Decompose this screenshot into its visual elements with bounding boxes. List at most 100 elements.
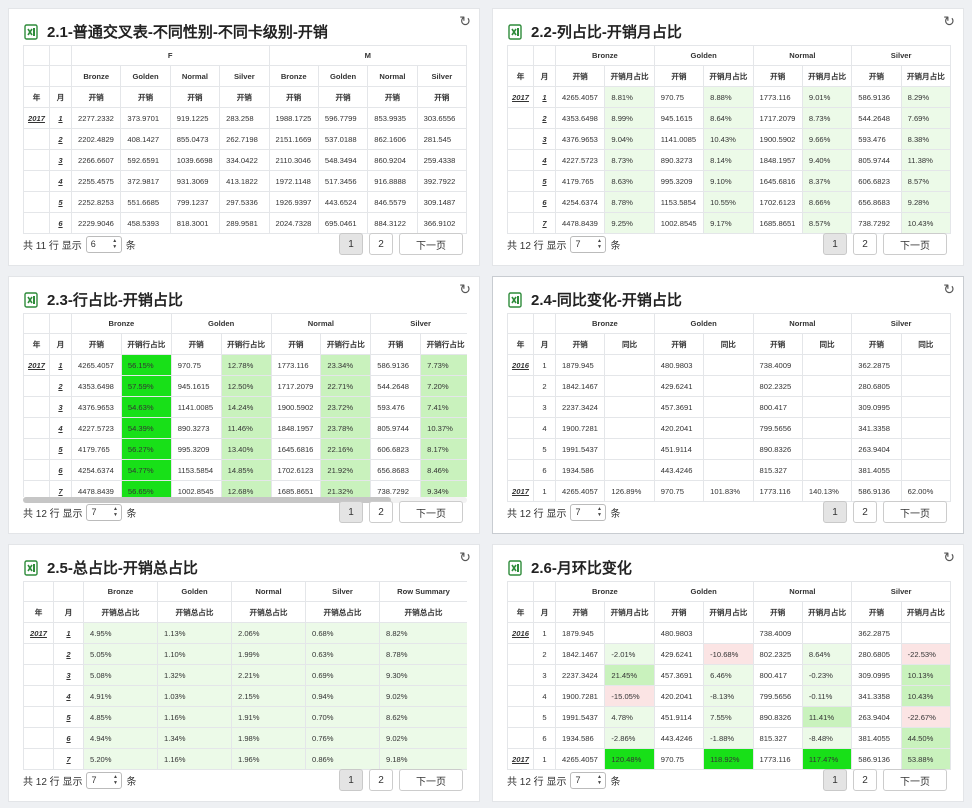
month-cell[interactable]: 5 bbox=[53, 706, 84, 728]
month-cell[interactable]: 7 bbox=[49, 480, 72, 497]
month-cell[interactable]: 6 bbox=[49, 459, 72, 481]
page-2-button[interactable]: 2 bbox=[369, 501, 393, 523]
next-page-button[interactable]: 下一页 bbox=[883, 769, 947, 791]
panel-title: 2.5-总占比-开销总占比 bbox=[23, 557, 198, 578]
page-size-select[interactable]: 7 ▲▼ bbox=[86, 503, 123, 521]
value-cell: 392.7922 bbox=[416, 170, 467, 192]
month-cell[interactable]: 3 bbox=[533, 128, 556, 150]
page-2-button[interactable]: 2 bbox=[853, 501, 877, 523]
value-cell: 738.7292 bbox=[851, 212, 902, 234]
year-cell bbox=[23, 643, 54, 665]
year-cell[interactable]: 2017 bbox=[507, 86, 534, 108]
value-cell bbox=[604, 396, 655, 418]
month-cell[interactable]: 1 bbox=[49, 107, 72, 129]
value-cell: 544.2648 bbox=[851, 107, 902, 129]
page-size-select[interactable]: 7 ▲▼ bbox=[570, 235, 607, 253]
month-cell[interactable]: 6 bbox=[49, 212, 72, 234]
value-cell: 262.7198 bbox=[219, 128, 270, 150]
month-cell[interactable]: 5 bbox=[49, 191, 72, 213]
value-cell: 517.3456 bbox=[317, 170, 369, 192]
month-cell[interactable]: 1 bbox=[53, 622, 84, 644]
page-1-button[interactable]: 1 bbox=[823, 233, 847, 255]
month-cell[interactable]: 4 bbox=[49, 170, 72, 192]
value-cell: 8.37% bbox=[801, 170, 853, 192]
page-1-button[interactable]: 1 bbox=[339, 233, 363, 255]
value-cell: 931.3069 bbox=[169, 170, 221, 192]
month-cell[interactable]: 4 bbox=[533, 149, 556, 171]
month-cell[interactable]: 5 bbox=[49, 438, 72, 460]
page-size-select[interactable]: 7 ▲▼ bbox=[86, 771, 123, 789]
month-cell[interactable]: 1 bbox=[533, 86, 556, 108]
refresh-icon[interactable]: ↻ bbox=[943, 281, 955, 298]
refresh-icon[interactable]: ↻ bbox=[459, 281, 471, 298]
value-cell: 8.17% bbox=[420, 438, 467, 460]
header-empty bbox=[533, 581, 556, 602]
month-cell[interactable]: 2 bbox=[533, 107, 556, 129]
month-cell[interactable]: 3 bbox=[53, 664, 84, 686]
value-cell: 10.13% bbox=[900, 664, 951, 686]
next-page-button[interactable]: 下一页 bbox=[399, 769, 463, 791]
value-cell: 54.63% bbox=[120, 396, 172, 418]
month-cell[interactable]: 4 bbox=[53, 685, 84, 707]
value-cell: 1934.586 bbox=[554, 459, 606, 481]
page-1-button[interactable]: 1 bbox=[339, 769, 363, 791]
year-cell[interactable]: 2017 bbox=[23, 354, 50, 376]
next-page-button[interactable]: 下一页 bbox=[399, 233, 463, 255]
value-cell bbox=[900, 417, 951, 439]
value-cell: 451.9114 bbox=[653, 706, 705, 728]
page-1-button[interactable]: 1 bbox=[339, 501, 363, 523]
refresh-icon[interactable]: ↻ bbox=[459, 13, 471, 30]
page-2-button[interactable]: 2 bbox=[853, 769, 877, 791]
next-page-button[interactable]: 下一页 bbox=[883, 501, 947, 523]
month-cell[interactable]: 7 bbox=[533, 212, 556, 234]
value-cell: 1685.8651 bbox=[270, 480, 322, 497]
table-footer: 共 12 行 显示 7 ▲▼ 条 1 2 下一页 bbox=[507, 501, 947, 523]
page-1-button[interactable]: 1 bbox=[823, 769, 847, 791]
month-cell[interactable]: 5 bbox=[533, 170, 556, 192]
month-cell[interactable]: 6 bbox=[533, 191, 556, 213]
page-2-button[interactable]: 2 bbox=[369, 769, 393, 791]
year-cell[interactable]: 2017 bbox=[23, 622, 54, 644]
month-cell[interactable]: 6 bbox=[53, 727, 84, 749]
month-cell[interactable]: 2 bbox=[53, 643, 84, 665]
next-page-button[interactable]: 下一页 bbox=[399, 501, 463, 523]
page-size-select[interactable]: 6 ▲▼ bbox=[85, 235, 122, 253]
month-cell[interactable]: 7 bbox=[53, 748, 84, 770]
data-table: Bronze Golden Normal Silver 年月开销 同比 开销 同比 开销 同比 开销… bbox=[507, 313, 951, 502]
value-cell: 1879.945 bbox=[554, 354, 606, 376]
value-cell: 2.15% bbox=[231, 685, 306, 707]
value-cell: 606.6823 bbox=[370, 438, 422, 460]
month-cell[interactable]: 1 bbox=[49, 354, 72, 376]
month-cell[interactable]: 4 bbox=[49, 417, 72, 439]
month-cell[interactable]: 3 bbox=[49, 396, 72, 418]
next-page-button[interactable]: 下一页 bbox=[883, 233, 947, 255]
year-cell[interactable]: 2016 bbox=[507, 622, 534, 644]
page-size-select[interactable]: 7 ▲▼ bbox=[570, 503, 607, 521]
value-cell bbox=[703, 396, 754, 418]
header-measure: 开销 bbox=[752, 601, 803, 623]
value-cell: 373.9701 bbox=[120, 107, 171, 129]
month-cell[interactable]: 2 bbox=[49, 375, 72, 397]
table-row: 7 4478.8439 56.65% 1002.8545 12.68% 1685.8651… bbox=[23, 480, 467, 497]
value-cell: 54.39% bbox=[120, 417, 172, 439]
month-cell[interactable]: 2 bbox=[49, 128, 72, 150]
header-card-level: Golden bbox=[317, 65, 369, 87]
year-cell[interactable]: 2017 bbox=[23, 107, 50, 129]
value-cell: 890.3273 bbox=[170, 417, 222, 439]
refresh-icon[interactable]: ↻ bbox=[943, 13, 955, 30]
page-size-select[interactable]: 7 ▲▼ bbox=[570, 771, 607, 789]
year-cell bbox=[23, 459, 50, 481]
chevron-updown-icon: ▲▼ bbox=[596, 238, 603, 250]
year-cell[interactable]: 2016 bbox=[507, 354, 534, 376]
year-cell[interactable]: 2017 bbox=[507, 480, 534, 502]
refresh-icon[interactable]: ↻ bbox=[943, 549, 955, 566]
table-row: 2 2202.4829 408.1427 855.0473 262.7198 2151.1… bbox=[23, 128, 467, 150]
month-cell[interactable]: 3 bbox=[49, 149, 72, 171]
refresh-icon[interactable]: ↻ bbox=[459, 549, 471, 566]
page-1-button[interactable]: 1 bbox=[823, 501, 847, 523]
year-cell[interactable]: 2017 bbox=[507, 748, 534, 770]
value-cell: 1.91% bbox=[231, 706, 306, 728]
header-measure: 开销月占比 bbox=[703, 601, 754, 623]
page-2-button[interactable]: 2 bbox=[853, 233, 877, 255]
page-2-button[interactable]: 2 bbox=[369, 233, 393, 255]
